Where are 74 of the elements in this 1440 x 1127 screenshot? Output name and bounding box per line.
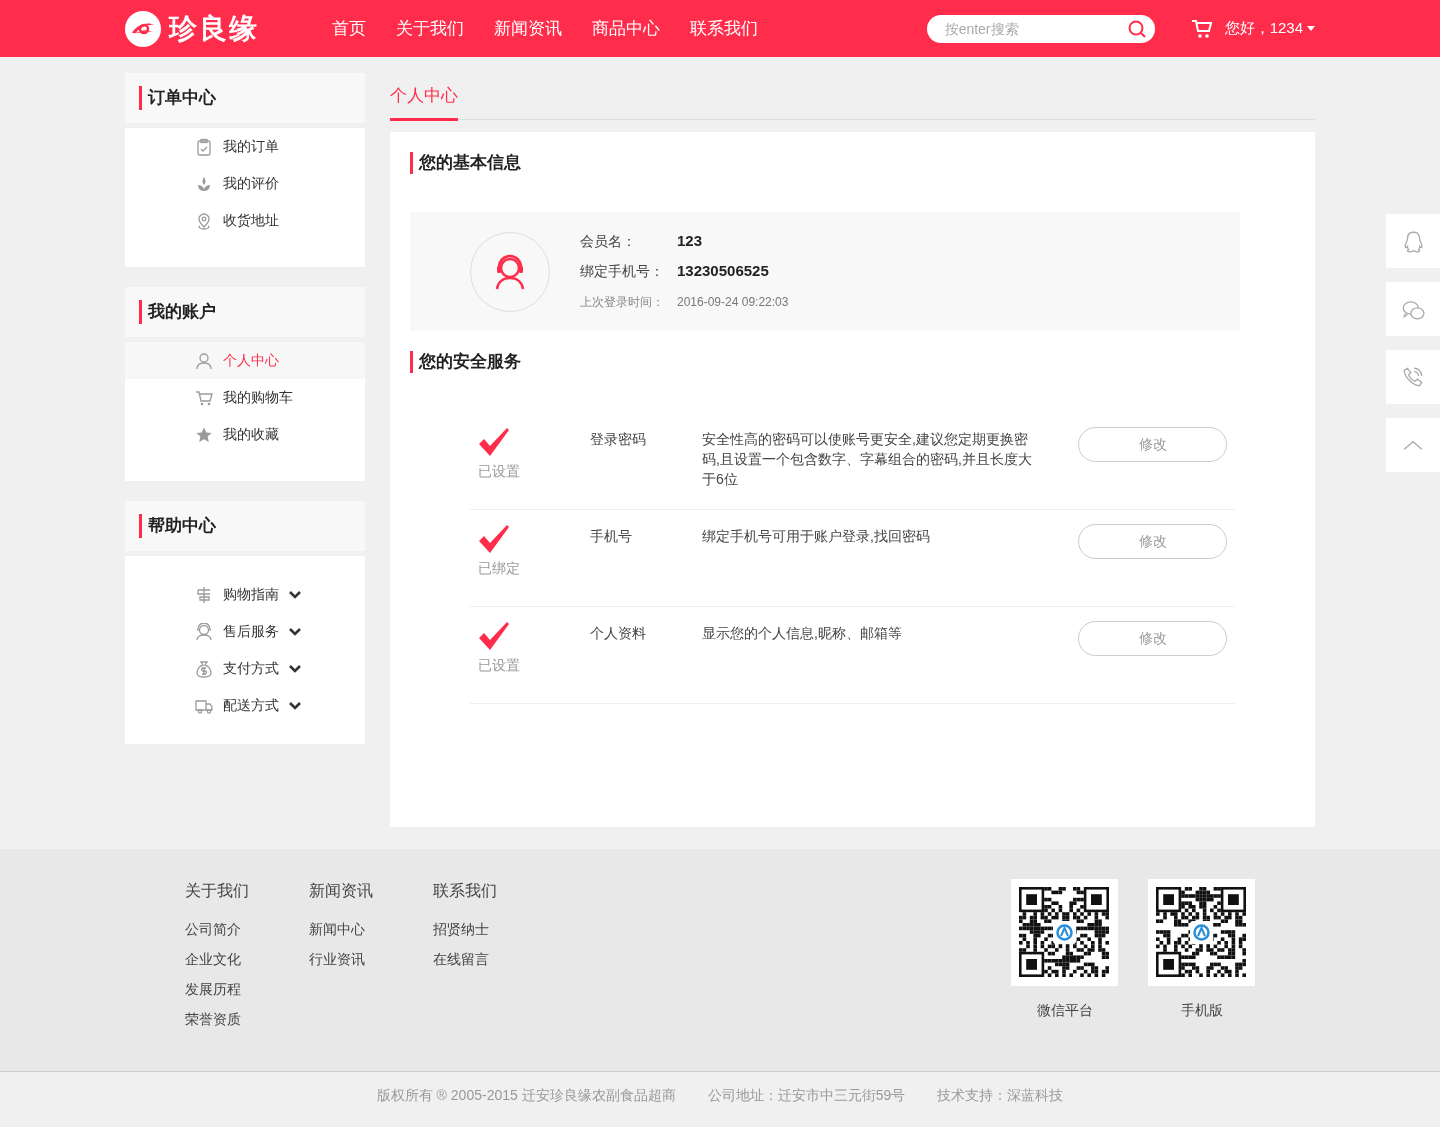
footer-link[interactable]: 行业资讯 [309, 949, 381, 979]
qr-caption: 微信平台 [1036, 1001, 1093, 1020]
menu-item[interactable]: 我的订单 [125, 128, 365, 165]
service-description: 绑定手机号可用于账户登录,找回密码 [702, 527, 931, 546]
phone-icon [1401, 365, 1425, 389]
qq-penguin-button[interactable] [1386, 214, 1440, 268]
field-label: 会员名： [580, 232, 637, 251]
menu-item[interactable]: 购物指南 [125, 576, 365, 613]
footer-heading: 联系我们 [433, 881, 498, 901]
footer-link[interactable]: 招贤纳士 [433, 919, 505, 949]
accent-bar [139, 514, 142, 538]
wechat-button[interactable] [1386, 282, 1440, 336]
menu-item[interactable]: 配送方式 [125, 687, 365, 724]
section-title: 您的安全服务 [419, 351, 521, 374]
logo-icon [125, 10, 161, 47]
service-description: 安全性高的密码可以使账号更安全,建议您定期更换密码,且设置一个包含数字、字幕组合的密码,并且长度大于6位 [702, 430, 1033, 489]
accent-bar [410, 351, 413, 373]
search-field[interactable]: 按enter搜索 [926, 14, 1155, 43]
footer-link[interactable]: 企业文化 [185, 949, 257, 979]
footer-link[interactable]: 荣誉资质 [185, 1009, 257, 1039]
field-label: 上次登录时间： [580, 293, 665, 311]
status-text: 已设置 [478, 462, 521, 481]
footer-heading: 新闻资讯 [309, 881, 374, 901]
service-name: 登录密码 [590, 430, 647, 449]
chevron-up-button[interactable] [1386, 418, 1440, 472]
menu-item[interactable]: 我的购物车 [125, 379, 365, 416]
menu-item[interactable]: 我的评价 [125, 165, 365, 202]
field-label: 绑定手机号： [580, 262, 665, 281]
copyright-text: 版权所有 ® 2005-2015 迁安珍良缘农副食品超商 [376, 1086, 676, 1105]
nav-link[interactable]: 商品中心 [592, 16, 660, 41]
menu-item[interactable]: 售后服务 [125, 613, 365, 650]
menu-item[interactable]: 收货地址 [125, 202, 365, 239]
logo-text[interactable]: 珍良缘 [169, 7, 259, 50]
service-name: 个人资料 [590, 624, 647, 643]
service-name: 手机号 [590, 527, 633, 546]
user-menu[interactable]: 您好，1234 [1224, 17, 1315, 40]
accent-bar [139, 86, 142, 110]
clipboard-icon [195, 137, 213, 156]
footer-link[interactable]: 在线留言 [433, 949, 505, 979]
footer-link[interactable]: 公司简介 [185, 919, 257, 949]
qr-caption: 手机版 [1180, 1001, 1223, 1020]
accent-bar [410, 152, 413, 174]
phone-button[interactable] [1386, 350, 1440, 404]
status-text: 已绑定 [478, 559, 521, 578]
location-pin-icon [195, 211, 213, 230]
copyright-text: 技术支持：深蓝科技 [937, 1086, 1064, 1105]
copyright-text: 公司地址：迁安市中三元街59号 [707, 1086, 906, 1105]
footer-link[interactable]: 新闻中心 [309, 919, 381, 949]
menu-item[interactable]: 支付方式 [125, 650, 365, 687]
status-text: 已设置 [478, 656, 521, 675]
user-icon [195, 351, 213, 370]
field-value: 123 [677, 231, 703, 252]
footer-heading: 关于我们 [185, 881, 250, 901]
section-title: 订单中心 [148, 87, 216, 110]
money-bag-icon [195, 659, 213, 678]
headset-icon [195, 622, 213, 641]
menu-item[interactable]: 我的收藏 [125, 416, 365, 453]
search-icon [1126, 18, 1147, 39]
field-value: 2016-09-24 09:22:03 [677, 293, 789, 311]
accent-bar [139, 300, 142, 324]
nav-link[interactable]: 首页 [332, 16, 366, 41]
nav-link[interactable]: 新闻资讯 [494, 16, 562, 41]
signpost-icon [195, 585, 213, 604]
section-title: 您的基本信息 [419, 152, 521, 175]
section-title: 帮助中心 [148, 515, 216, 538]
nav-link[interactable]: 关于我们 [396, 16, 464, 41]
cart-icon [195, 388, 213, 407]
footer-link[interactable]: 发展历程 [185, 979, 257, 1009]
service-description: 显示您的个人信息,昵称、邮箱等 [702, 624, 903, 643]
cart-icon [1190, 18, 1213, 39]
nav-link[interactable]: 联系我们 [690, 16, 758, 41]
caret-icon [1307, 26, 1315, 31]
section-title: 我的账户 [148, 301, 216, 324]
field-value: 13230506525 [677, 261, 769, 282]
